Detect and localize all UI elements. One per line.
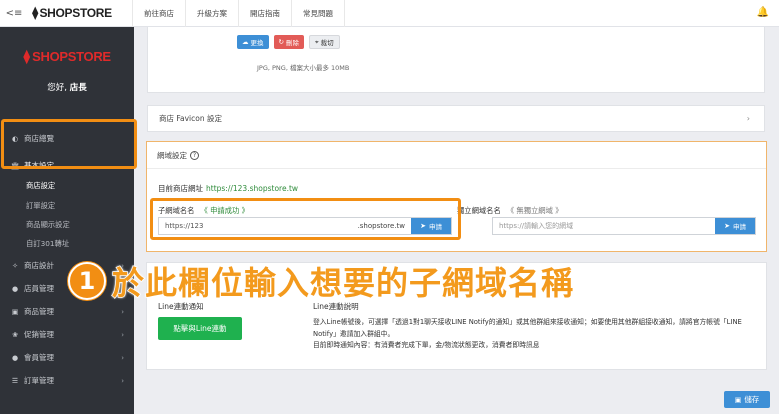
user-icon: ●: [11, 284, 19, 293]
nav-store-guide[interactable]: 開店指南: [238, 0, 291, 27]
file-hint: JPG, PNG, 檔案大小最多 10MB: [257, 64, 350, 72]
sidebar-item-order-settings[interactable]: 訂單設定: [0, 196, 134, 215]
crop-button[interactable]: ⌖ 裁切: [308, 35, 340, 49]
chevron-right-icon: ›: [121, 307, 124, 316]
nav-upgrade-plan[interactable]: 升級方案: [185, 0, 238, 27]
chevron-right-icon: ›: [121, 376, 124, 385]
chevron-right-icon: ›: [746, 114, 750, 123]
sidebar-item-products[interactable]: ▣ 商品管理 ›: [0, 301, 134, 322]
custom-domain-label: 獨立網域名名《 無獨立網域 》: [457, 206, 563, 215]
logo-upload-card: ☁ 更換 ↻ 刪除 ⌖ 裁切 JPG, PNG, 檔案大小最多 10MB: [147, 27, 765, 93]
sidebar-toggle-icon[interactable]: <≡: [0, 0, 28, 27]
wrench-icon: ✧: [12, 261, 18, 270]
upload-icon: ☁: [242, 38, 249, 46]
sidebar-item-promotions[interactable]: ❀ 促銷管理 ›: [0, 324, 134, 345]
chevron-right-icon: ›: [121, 330, 124, 339]
top-bar: <≡ ⧫ SHOPSTORE 前往商店 升級方案 開店指南 常見問題 🔔: [0, 0, 779, 27]
brand-mark-icon: ⧫: [32, 5, 39, 21]
custom-domain-input-group: https://請輸入您的網域 ➤ 申請: [492, 217, 756, 235]
custom-domain-input[interactable]: https://請輸入您的網域: [493, 218, 715, 234]
replace-button[interactable]: ☁ 更換: [237, 35, 269, 49]
sidebar-logo: ⧫ SHOPSTORE: [23, 48, 111, 65]
sidebar-item-orders[interactable]: ☰ 訂單管理 ›: [0, 370, 134, 391]
bell-icon[interactable]: 🔔: [757, 7, 769, 18]
crop-icon: ⌖: [314, 37, 319, 46]
refresh-icon: ↻: [278, 38, 284, 46]
gift-icon: ❀: [12, 330, 18, 339]
paper-plane-icon: ➤: [724, 222, 730, 230]
top-nav: 前往商店 升級方案 開店指南 常見問題: [132, 0, 345, 27]
remove-button[interactable]: ↻ 刪除: [273, 35, 304, 49]
brand-logo[interactable]: ⧫ SHOPSTORE: [28, 0, 132, 27]
step-number-badge: 1: [68, 262, 106, 300]
sidebar-highlight-box: [1, 119, 137, 169]
subdomain-highlight-box: [150, 198, 461, 240]
sidebar-item-301-redirect[interactable]: 自訂301轉址: [0, 234, 134, 253]
line-connect-button[interactable]: 點擊與Line連動: [158, 317, 242, 340]
domain-heading: 網域設定 ?: [147, 142, 766, 169]
chevron-right-icon: ›: [121, 353, 124, 362]
current-store-url: 目前商店網址 https://123.shopstore.tw: [158, 184, 299, 193]
custom-domain-apply-button[interactable]: ➤ 申請: [715, 218, 755, 234]
greeting: 您好, 店長: [47, 83, 87, 93]
users-icon: ●: [11, 353, 19, 362]
save-button[interactable]: ▣ 儲存: [724, 391, 770, 408]
help-icon[interactable]: ?: [190, 150, 199, 160]
line-desc: 登入Line帳號後，可選擇「透過1對1聊天接收LINE Notify的通知」或其…: [313, 318, 742, 349]
list-icon: ☰: [11, 376, 19, 385]
cart-icon: ▣: [11, 307, 19, 316]
sidebar-item-product-display[interactable]: 商品顯示設定: [0, 215, 134, 234]
nav-go-to-store[interactable]: 前往商店: [132, 0, 185, 27]
sidebar: ⧫ SHOPSTORE 您好, 店長 ◐ 商店總覽 🏛 基本設定 ⌄ 商店設定 訂單設…: [0, 27, 134, 414]
sidebar-item-store-settings[interactable]: 商店設定: [0, 176, 134, 195]
brand-mark-icon: ⧫: [23, 48, 31, 65]
sidebar-item-members[interactable]: ● 會員管理 ›: [0, 347, 134, 368]
annotation-callout: 1 於此欄位輸入想要的子網域名稱: [68, 258, 574, 304]
annotation-text: 於此欄位輸入想要的子網域名稱: [111, 263, 575, 303]
floppy-disk-icon: ▣: [734, 395, 742, 404]
nav-faq[interactable]: 常見問題: [291, 0, 345, 27]
favicon-settings-row[interactable]: 商店 Favicon 設定 ›: [147, 105, 765, 132]
